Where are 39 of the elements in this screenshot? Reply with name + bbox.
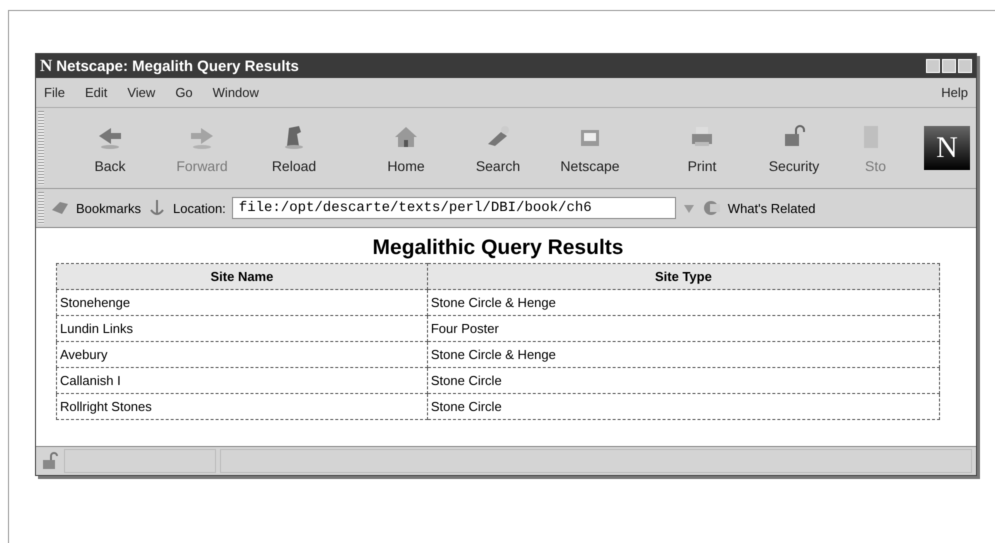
table-cell: Lundin Links [56,316,428,342]
toolbar-button[interactable]: Netscape [544,122,636,174]
toolbar-button[interactable]: Back [64,122,156,174]
logo-throbber: N [924,126,970,170]
toolbar-button[interactable]: Security [748,122,840,174]
toolbar-grip[interactable] [38,192,44,224]
menu-item[interactable]: View [127,85,156,100]
minimize-button[interactable] [926,59,940,73]
menu-item[interactable]: Edit [84,85,108,100]
whats-related-button[interactable]: What's Related [728,200,816,216]
toolbar-button[interactable]: Reload [248,122,340,174]
location-field[interactable]: file:/opt/descarte/texts/perl/DBI/book/ch6 [232,197,676,219]
bookmarks-button[interactable]: Bookmarks [76,200,142,216]
menu-item[interactable]: Help [941,85,968,100]
table-cell: Stone Circle [427,368,940,394]
table-cell: Stonehenge [56,290,428,316]
menu-item[interactable]: File [44,85,65,100]
location-label: Location: [173,200,226,216]
toolbar-button[interactable]: Home [360,122,452,174]
app-icon: N [40,56,52,76]
table-cell: Four Poster [427,316,940,342]
toolbar-button[interactable]: Print [656,122,748,174]
table-cell: Stone Circle [427,394,940,420]
table-cell: Callanish I [56,368,428,394]
close-button[interactable] [958,59,972,73]
table-cell: Stone Circle & Henge [427,342,940,368]
menu-item[interactable]: Window [212,85,259,100]
table-cell: Avebury [56,342,428,368]
window-title: Netscape: Megalith Query Results [56,58,300,74]
table-cell: Rollright Stones [56,394,428,420]
toolbar-grip[interactable] [38,111,44,185]
menu-item[interactable]: Go [175,85,193,100]
column-header: Site Name [56,264,428,290]
lock-icon[interactable] [40,451,60,471]
page-heading: Megalithic Query Results [372,236,624,260]
table-cell: Stone Circle & Henge [427,290,940,316]
maximize-button[interactable] [942,59,956,73]
column-header: Site Type [427,264,940,290]
toolbar-button[interactable]: Search [452,122,544,174]
